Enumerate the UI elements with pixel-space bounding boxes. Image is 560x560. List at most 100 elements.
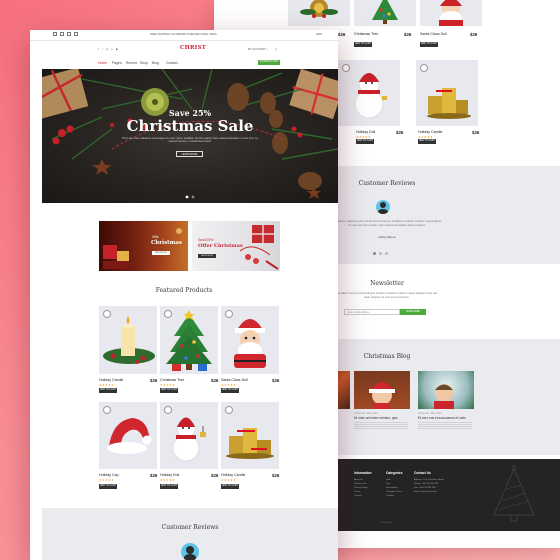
add-to-cart-button[interactable]: ADD TO CART <box>356 139 374 144</box>
product-name: Santa Claus Doll <box>221 378 248 382</box>
blog-title[interactable]: Ut enim ad minim veniam, quis <box>354 416 412 420</box>
product-image[interactable] <box>99 306 157 374</box>
brand-logo[interactable]: CHRIST <box>180 45 206 51</box>
add-to-cart-button[interactable]: ADD TO CART <box>221 388 239 393</box>
hero-slider[interactable]: Save 25% Christmas Sale There are many v… <box>42 69 338 203</box>
product-price: $26 <box>404 31 412 37</box>
instagram-icon[interactable] <box>67 32 71 36</box>
section-title: Customer Reviews <box>161 524 219 531</box>
twitter-icon[interactable] <box>60 32 64 36</box>
rating-stars: ★★★★★ <box>99 478 114 482</box>
footer-heading: Categories <box>386 471 403 475</box>
product-image[interactable] <box>221 306 279 374</box>
facebook-icon[interactable]: f <box>98 47 99 51</box>
footer-link[interactable]: Candles <box>386 494 402 498</box>
account-link[interactable]: MY ACCOUNT <box>248 48 265 51</box>
add-to-cart-button[interactable]: ADD TO CART <box>99 388 117 393</box>
youtube-icon[interactable] <box>74 32 78 36</box>
subscribe-button[interactable]: SUBSCRIBE <box>400 309 426 315</box>
add-to-cart-button[interactable]: ADD TO CART <box>160 388 178 393</box>
footer-list: Address: 123 Christmas Street Phone: +00… <box>414 478 444 494</box>
product-price: $26 <box>211 377 219 383</box>
product-name: Holiday Doll <box>160 473 180 477</box>
add-to-cart-button[interactable]: ADD TO CART <box>160 484 178 489</box>
product-name: Christmas Tree <box>160 378 185 382</box>
product-image[interactable] <box>99 402 157 469</box>
product-price: $26 <box>150 377 158 383</box>
product-image[interactable] <box>416 60 478 126</box>
banner-title: Christmas <box>151 240 182 246</box>
nav-shop[interactable]: Shop <box>140 61 148 65</box>
search-icon[interactable]: ⌕ <box>266 47 268 51</box>
shop-now-button[interactable]: SHOP NOW <box>152 251 170 255</box>
promo-text: FREE SHIPPING ON ORDERS OVER $99 CODE: X… <box>150 32 217 36</box>
cart-icon[interactable] <box>103 310 111 318</box>
product-image[interactable] <box>338 60 400 126</box>
topbar-info: INFO <box>316 32 323 36</box>
promo-banner-gifts[interactable]: Gifts Christmas SHOP NOW <box>99 221 188 271</box>
product-price: $26 <box>272 472 280 478</box>
product-image[interactable] <box>160 306 218 374</box>
divider <box>30 40 338 41</box>
banner-title-text: Offer Christmas <box>198 243 243 249</box>
product-image[interactable] <box>221 402 279 469</box>
child-santa-hat-icon <box>369 382 395 409</box>
blog-excerpt <box>418 422 472 430</box>
carousel-dots[interactable] <box>373 252 403 255</box>
footer-link[interactable]: Contact <box>354 494 368 498</box>
blog-image[interactable] <box>354 371 410 409</box>
youtube-icon[interactable]: ▶ <box>116 47 118 51</box>
shop-now-button[interactable]: SHOP NOW <box>198 254 216 258</box>
cart-icon[interactable] <box>420 64 428 72</box>
newsletter-text: Sed diam nonumy eirmod tempor invidunt u… <box>336 292 438 299</box>
banner-small-text: Save25% <box>198 238 214 242</box>
christmas-tree-icon <box>372 0 398 24</box>
blog-title[interactable]: Et vero eos et accusamus et iusto <box>418 416 478 420</box>
cart-icon[interactable]: ▯ <box>275 47 277 51</box>
christmas-decor-image <box>42 69 338 199</box>
add-to-cart-button[interactable]: ADD TO CART <box>354 42 372 47</box>
blog-image[interactable] <box>418 371 474 409</box>
social-icons <box>53 32 78 36</box>
cart-icon[interactable] <box>342 64 350 72</box>
cart-icon[interactable] <box>225 406 233 414</box>
rating-stars: ★★★★★ <box>160 478 175 482</box>
add-to-cart-button[interactable]: ADD TO CART <box>221 484 239 489</box>
twitter-icon[interactable]: t <box>102 47 103 51</box>
nav-contact[interactable]: Contact <box>166 61 178 65</box>
footer-list: About Us Delivery Info Privacy Policy Te… <box>354 478 368 498</box>
promo-banner-offer[interactable]: Save25% Offer Christmas SHOP NOW <box>192 221 280 271</box>
rating-stars: ★★★★★ <box>160 383 175 387</box>
product-price: $26 <box>396 129 404 135</box>
cart-icon[interactable] <box>164 310 172 318</box>
learn-more-button[interactable]: LEARN MORE <box>176 151 203 157</box>
add-to-cart-button[interactable]: ADD TO CART <box>99 484 117 489</box>
product-name: Holiday Candle <box>99 378 124 382</box>
tree-outline-icon <box>493 465 535 522</box>
top-bar: FREE SHIPPING ON ORDERS OVER $99 CODE: X… <box>30 30 338 40</box>
nav-recent[interactable]: Recent <box>126 61 137 65</box>
email-input[interactable]: Enter email address <box>344 309 400 315</box>
add-to-cart-button[interactable]: ADD TO CART <box>418 139 436 144</box>
product-price: $26 <box>470 31 478 37</box>
gift-boxes-icon <box>103 228 182 269</box>
reviews-section: Customer Reviews <box>42 508 338 560</box>
pinterest-icon[interactable]: p <box>111 47 113 51</box>
add-to-cart-button[interactable]: ADD TO CART <box>420 42 438 47</box>
product-price: $26 <box>338 31 346 37</box>
product-image[interactable] <box>160 402 218 469</box>
product-image[interactable] <box>420 0 482 26</box>
facebook-icon[interactable] <box>53 32 57 36</box>
cart-icon[interactable] <box>103 406 111 414</box>
cart-icon[interactable] <box>164 406 172 414</box>
nav-pages[interactable]: Pages <box>112 61 122 65</box>
product-image[interactable] <box>288 0 350 26</box>
nav-home[interactable]: Home <box>98 61 107 65</box>
footer-list: Gifts Toys Decorations Christmas Trees C… <box>386 478 402 498</box>
shopping-cart-button[interactable]: SHOPPING CART <box>258 60 280 65</box>
instagram-icon[interactable]: ◎ <box>106 47 109 51</box>
product-image[interactable] <box>354 0 416 26</box>
cart-icon[interactable] <box>225 310 233 318</box>
child-icon <box>434 384 454 409</box>
nav-blog[interactable]: Blog <box>152 61 159 65</box>
